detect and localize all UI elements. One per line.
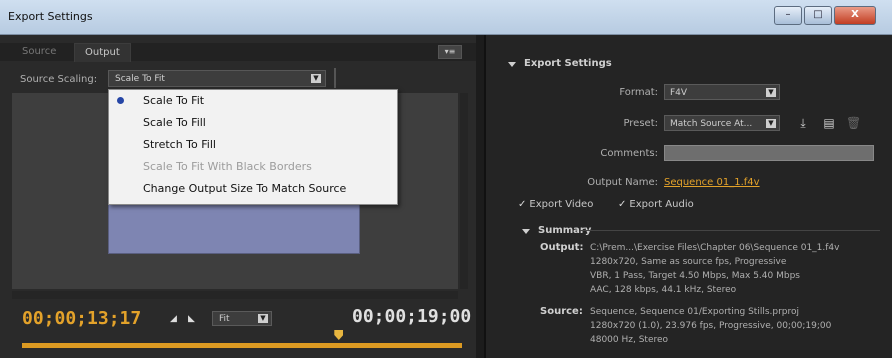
menu-item-change-output-size[interactable]: Change Output Size To Match Source (109, 178, 397, 200)
zoom-level-select[interactable]: Fit ▼ (212, 311, 272, 326)
chevron-down-icon: ▼ (258, 314, 268, 323)
source-scaling-value: Scale To Fit (115, 74, 165, 84)
set-in-point-icon[interactable]: ◢ (170, 314, 177, 324)
menu-item-scale-to-fit[interactable]: Scale To Fit (109, 90, 397, 112)
set-out-point-icon[interactable]: ◣ (188, 314, 195, 324)
maximize-button[interactable]: □ (804, 6, 832, 25)
toolbar-separator (334, 68, 336, 88)
summary-output-line: AAC, 128 kbps, 44.1 kHz, Stereo (590, 285, 737, 295)
zoom-level-value: Fit (219, 314, 230, 324)
menu-item-label: Change Output Size To Match Source (143, 182, 347, 195)
menu-item-label: Scale To Fit (143, 94, 205, 107)
checkmark-icon: ✓ (618, 199, 627, 210)
summary-source-line: 1280x720 (1.0), 23.976 fps, Progressive,… (590, 321, 832, 331)
export-audio-checkbox[interactable]: ✓ Export Audio (618, 199, 694, 210)
menu-item-scale-to-fit-black-borders: Scale To Fit With Black Borders (109, 156, 397, 178)
delete-preset-icon: 🗑 (846, 116, 862, 130)
export-settings-pane: Export Settings Format: F4V ▼ Preset: Ma… (484, 35, 892, 358)
format-label: Format: (619, 87, 658, 98)
summary-output-line: C:\Prem...\Exercise Files\Chapter 06\Seq… (590, 243, 840, 253)
collapse-triangle-icon[interactable] (522, 229, 530, 234)
output-name-label: Output Name: (587, 177, 658, 188)
window-title: Export Settings (8, 10, 93, 23)
timeline-bar[interactable] (22, 343, 462, 348)
format-value: F4V (670, 88, 688, 98)
summary-source-line: 48000 Hz, Stereo (590, 335, 669, 345)
close-button[interactable]: X (834, 6, 876, 25)
export-video-checkbox[interactable]: ✓ Export Video (518, 199, 593, 210)
window-controls: – □ X (774, 6, 876, 25)
preset-value: Match Source At... (670, 119, 753, 129)
collapse-triangle-icon[interactable] (508, 62, 516, 67)
tab-bar: Source Output ▾≡ (0, 43, 476, 62)
selected-bullet-icon (117, 97, 124, 104)
format-select[interactable]: F4V ▼ (664, 84, 780, 100)
summary-source-label: Source: (540, 306, 583, 317)
output-name-link[interactable]: Sequence 01_1.f4v (664, 177, 760, 188)
tab-output[interactable]: Output (74, 43, 131, 62)
menu-item-scale-to-fill[interactable]: Scale To Fill (109, 112, 397, 134)
import-preset-icon[interactable]: ▤ (822, 116, 836, 130)
summary-output-label: Output: (540, 242, 584, 253)
vertical-scrollbar[interactable] (460, 93, 468, 289)
summary-output-line: 1280x720, Same as source fps, Progressiv… (590, 257, 787, 267)
preset-select[interactable]: Match Source At... ▼ (664, 115, 780, 131)
menu-item-label: Stretch To Fill (143, 138, 216, 151)
source-scaling-label: Source Scaling: (20, 74, 98, 85)
comments-label: Comments: (600, 148, 658, 159)
source-scaling-select[interactable]: Scale To Fit ▼ (108, 70, 326, 87)
tab-source[interactable]: Source (12, 43, 66, 61)
current-timecode[interactable]: 00;00;13;17 (22, 308, 141, 329)
menu-item-label: Scale To Fit With Black Borders (143, 160, 312, 173)
summary-source-line: Sequence, Sequence 01/Exporting Stills.p… (590, 307, 800, 317)
summary-output-line: VBR, 1 Pass, Target 4.50 Mbps, Max 5.40 … (590, 271, 800, 281)
menu-item-stretch-to-fill[interactable]: Stretch To Fill (109, 134, 397, 156)
export-audio-label: Export Audio (629, 199, 694, 210)
title-bar: Export Settings – □ X (0, 0, 892, 35)
preset-label: Preset: (623, 118, 658, 129)
checkmark-icon: ✓ (518, 199, 527, 210)
save-preset-icon[interactable]: ⤓ (796, 116, 810, 130)
duration-timecode: 00;00;19;00 (352, 306, 472, 327)
horizontal-scrollbar[interactable] (12, 291, 458, 299)
comments-input[interactable] (664, 145, 874, 161)
source-scaling-dropdown: Scale To Fit Scale To Fill Stretch To Fi… (108, 89, 398, 205)
minimize-button[interactable]: – (774, 6, 802, 25)
chevron-down-icon: ▼ (766, 88, 776, 97)
panel-menu-icon[interactable]: ▾≡ (438, 45, 462, 59)
export-settings-heading: Export Settings (524, 58, 612, 69)
chevron-down-icon: ▼ (766, 119, 776, 128)
chevron-down-icon: ▼ (311, 74, 321, 83)
menu-item-label: Scale To Fill (143, 116, 206, 129)
export-video-label: Export Video (529, 199, 594, 210)
summary-divider (580, 230, 880, 231)
